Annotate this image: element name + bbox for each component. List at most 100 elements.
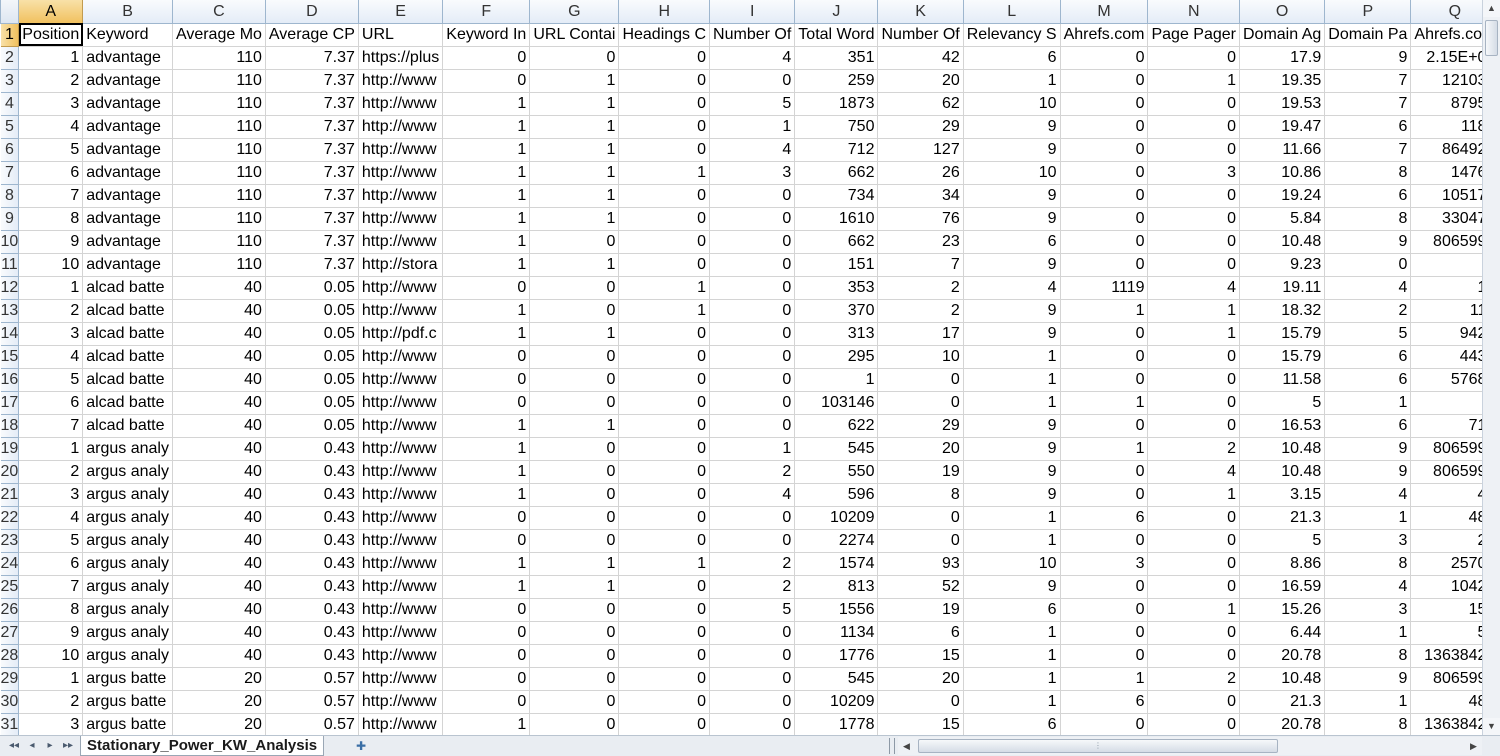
cell[interactable]: 4 xyxy=(18,505,84,530)
cell[interactable]: 0.43 xyxy=(264,620,359,645)
cell[interactable]: 15.79 xyxy=(1238,344,1326,369)
column-header[interactable]: I xyxy=(709,0,796,24)
cell[interactable]: 20 xyxy=(171,712,266,735)
cell[interactable]: 20.78 xyxy=(1238,643,1326,668)
cell[interactable]: 1 xyxy=(18,275,84,300)
cell[interactable]: 622 xyxy=(794,413,879,438)
row-header[interactable]: 6 xyxy=(0,137,20,162)
cell[interactable]: 7.37 xyxy=(264,114,359,139)
vertical-scroll-thumb[interactable] xyxy=(1485,20,1498,56)
cell[interactable]: 7.37 xyxy=(264,206,359,231)
column-title-cell[interactable]: Headings C xyxy=(618,22,711,47)
cell[interactable]: 2 xyxy=(1324,298,1412,323)
cell[interactable]: 19 xyxy=(1410,275,1482,300)
scroll-left-arrow-icon[interactable]: ◀ xyxy=(898,737,915,755)
cell[interactable]: 1 xyxy=(1059,390,1149,415)
cell[interactable]: 40 xyxy=(171,482,266,507)
scroll-right-arrow-icon[interactable]: ▶ xyxy=(1465,737,1482,755)
cell[interactable]: 1 xyxy=(794,367,879,392)
cell[interactable]: 0 xyxy=(442,390,531,415)
cell[interactable]: 1 xyxy=(442,252,531,277)
cell[interactable]: 0 xyxy=(618,574,711,599)
cell[interactable]: 4 xyxy=(709,45,796,70)
cell[interactable]: 110 xyxy=(171,206,266,231)
cell[interactable]: 0 xyxy=(709,643,796,668)
cell[interactable]: 19.11 xyxy=(1238,275,1326,300)
cell[interactable]: 0 xyxy=(1147,114,1240,139)
cell[interactable]: 1 xyxy=(442,551,531,576)
column-title-cell[interactable]: URL xyxy=(357,22,444,47)
cell[interactable]: 1 xyxy=(618,551,711,576)
cell[interactable]: 1 xyxy=(529,114,620,139)
cell[interactable]: 4 xyxy=(1324,574,1412,599)
cell[interactable]: 114 xyxy=(1410,298,1482,323)
cell[interactable]: 0 xyxy=(442,620,531,645)
cell[interactable]: 1 xyxy=(529,206,620,231)
row-header[interactable]: 29 xyxy=(0,666,20,691)
cell[interactable]: 0 xyxy=(618,183,711,208)
cell[interactable]: 1873 xyxy=(794,91,879,116)
cell[interactable]: 0 xyxy=(1147,413,1240,438)
cell[interactable]: http://www xyxy=(357,114,444,139)
cell[interactable]: 110 xyxy=(171,91,266,116)
cell[interactable]: 0 xyxy=(618,321,711,346)
spreadsheet-grid[interactable]: ABCDEFGHIJKLMNOPQR 1PositionKeywordAvera… xyxy=(0,0,1482,735)
cell[interactable]: alcad batte xyxy=(82,367,173,392)
column-title-cell[interactable]: Total Word xyxy=(794,22,879,47)
cell[interactable]: 0 xyxy=(618,413,711,438)
cell[interactable]: 19.24 xyxy=(1238,183,1326,208)
cell[interactable]: 0 xyxy=(709,68,796,93)
cell[interactable]: 0 xyxy=(529,275,620,300)
cell[interactable]: 0 xyxy=(442,275,531,300)
cell[interactable]: 15 xyxy=(877,643,964,668)
cell[interactable]: 0 xyxy=(1059,321,1149,346)
cell[interactable]: 3 xyxy=(1324,597,1412,622)
cell[interactable]: 7.37 xyxy=(264,252,359,277)
row-header[interactable]: 25 xyxy=(0,574,20,599)
cell[interactable]: 0 xyxy=(618,229,711,254)
cell[interactable]: 3 xyxy=(1324,528,1412,553)
cell[interactable]: 1 xyxy=(1147,298,1240,323)
cell[interactable]: 20 xyxy=(171,689,266,714)
cell[interactable]: 7.37 xyxy=(264,68,359,93)
row-header[interactable]: 3 xyxy=(0,68,20,93)
cell[interactable]: 159 xyxy=(1410,597,1482,622)
cell[interactable]: 0 xyxy=(442,344,531,369)
cell[interactable]: 0 xyxy=(618,505,711,530)
cell[interactable]: 9 xyxy=(962,413,1061,438)
cell[interactable]: 15 xyxy=(877,712,964,735)
cell[interactable]: 8.86 xyxy=(1238,551,1326,576)
cell[interactable]: 0 xyxy=(709,689,796,714)
cell[interactable]: 0 xyxy=(529,459,620,484)
cell[interactable]: 6 xyxy=(877,620,964,645)
horizontal-scrollbar[interactable]: ◀ ⋮ ▶ xyxy=(898,737,1482,755)
cell[interactable]: 0 xyxy=(1059,528,1149,553)
cell[interactable]: 0 xyxy=(1059,137,1149,162)
cell[interactable]: http://www xyxy=(357,712,444,735)
column-header[interactable]: A xyxy=(18,0,84,24)
cell[interactable]: 0 xyxy=(1147,45,1240,70)
cell[interactable]: 0 xyxy=(1059,229,1149,254)
cell[interactable]: 15.26 xyxy=(1238,597,1326,622)
cell[interactable]: http://www xyxy=(357,344,444,369)
cell[interactable]: 0.05 xyxy=(264,321,359,346)
cell[interactable]: 2 xyxy=(877,298,964,323)
cell[interactable]: 9 xyxy=(1324,229,1412,254)
cell[interactable]: 8 xyxy=(1324,712,1412,735)
cell[interactable]: 110 xyxy=(171,114,266,139)
cell[interactable]: 1 xyxy=(442,160,531,185)
cell[interactable]: 110 xyxy=(171,183,266,208)
cell[interactable]: 0.05 xyxy=(264,344,359,369)
cell[interactable]: 4 xyxy=(18,114,84,139)
cell[interactable]: 6 xyxy=(18,551,84,576)
cell[interactable]: 662 xyxy=(794,160,879,185)
cell[interactable]: http://www xyxy=(357,275,444,300)
cell[interactable]: 1 xyxy=(529,413,620,438)
cell[interactable]: 0 xyxy=(618,390,711,415)
row-header[interactable]: 27 xyxy=(0,620,20,645)
cell[interactable]: 7 xyxy=(1324,137,1412,162)
cell[interactable]: 7 xyxy=(18,183,84,208)
cell[interactable]: 10209 xyxy=(794,689,879,714)
row-header[interactable]: 1 xyxy=(0,22,20,47)
cell[interactable]: 0 xyxy=(709,505,796,530)
